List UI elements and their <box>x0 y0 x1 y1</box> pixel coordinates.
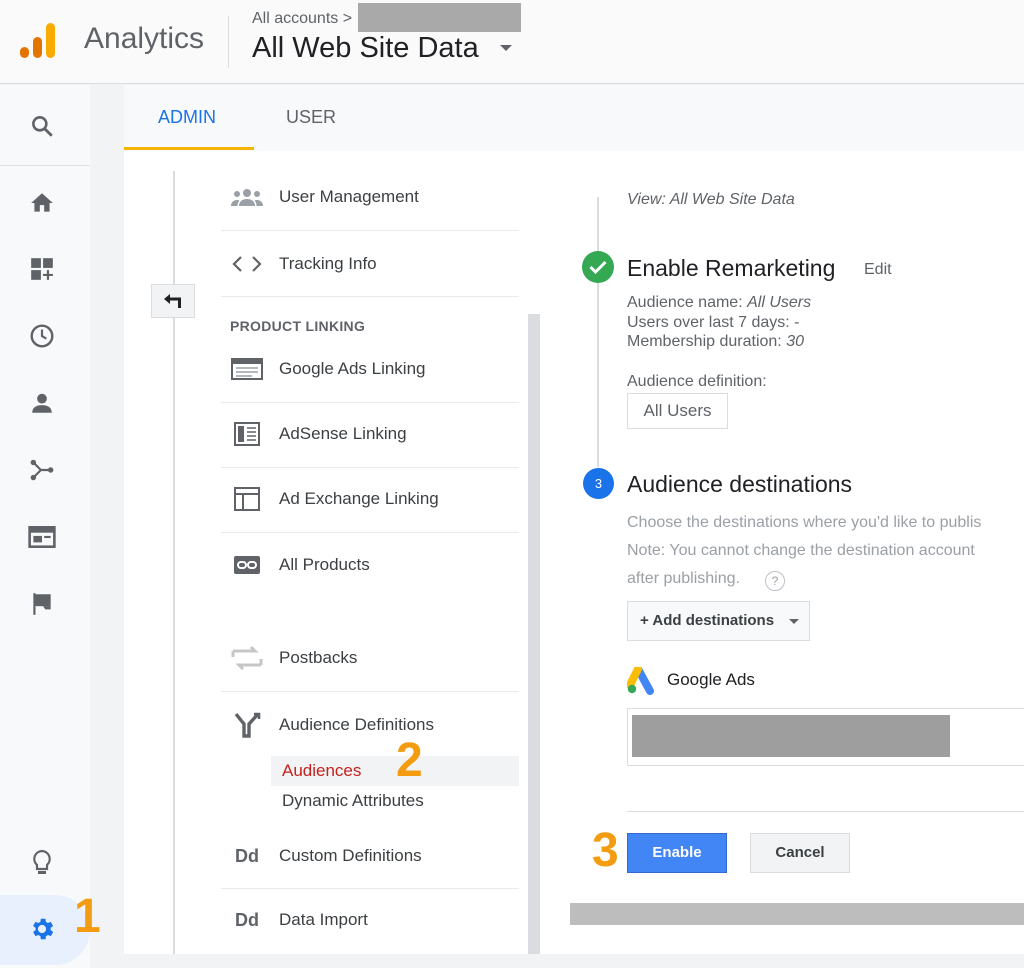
menu-item-custom-definitions[interactable]: Dd Custom Definitions <box>221 823 519 889</box>
audience-definitions-icon <box>231 712 263 738</box>
menu-item-google-ads-linking[interactable]: Google Ads Linking <box>221 336 519 402</box>
acquisition-icon[interactable] <box>28 456 56 484</box>
redacted-account <box>632 715 950 757</box>
step-title-audience-destinations: Audience destinations <box>627 471 853 497</box>
membership-label: Membership duration: <box>627 333 782 350</box>
audience-name-value: All Users <box>747 294 812 311</box>
add-destinations-button[interactable]: + Add destinations <box>627 601 810 641</box>
left-navigation: 1 <box>0 85 101 968</box>
menu-item-postbacks[interactable]: Postbacks <box>221 625 519 691</box>
customization-icon[interactable] <box>28 255 56 283</box>
ads-linking-icon <box>231 357 263 381</box>
dd-icon: Dd <box>235 909 259 930</box>
view-line: View: All Web Site Data <box>627 191 795 208</box>
audience-definition-label: Audience definition: <box>627 373 767 390</box>
cancel-button[interactable]: Cancel <box>750 833 850 873</box>
admin-gear-icon[interactable] <box>28 915 56 943</box>
discover-lightbulb-icon[interactable] <box>28 849 56 877</box>
redacted-account-name <box>358 3 521 32</box>
users-over-7-days: Users over last 7 days: - <box>627 314 800 331</box>
check-circle-icon <box>582 251 614 283</box>
google-ads-account-field[interactable] <box>627 708 1024 766</box>
enable-button[interactable]: Enable <box>627 833 727 873</box>
destinations-note: Note: You cannot change the destination … <box>627 542 975 559</box>
search-icon[interactable] <box>28 112 56 140</box>
marker-1: 1 <box>74 890 101 943</box>
menu-label: Data Import <box>279 910 368 929</box>
help-icon[interactable]: ? <box>765 571 785 591</box>
menu-label: AdSense Linking <box>279 424 407 443</box>
chevron-down-icon <box>789 619 799 624</box>
google-ads-label: Google Ads <box>667 670 755 689</box>
menu-label: All Products <box>279 555 370 574</box>
behavior-icon[interactable] <box>28 523 56 551</box>
header-divider <box>228 16 229 68</box>
membership-value: 30 <box>786 333 804 350</box>
menu-label: User Management <box>279 187 419 206</box>
menu-item-audience-definitions[interactable]: Audience Definitions <box>221 692 519 758</box>
menu-item-user-management[interactable]: User Management <box>221 164 519 230</box>
back-arrow-icon <box>164 294 181 308</box>
menu-label: Audience Definitions <box>279 715 434 734</box>
adsense-icon <box>231 422 263 446</box>
menu-label: Tracking Info <box>279 254 377 273</box>
audience-name-line: Audience name: All Users <box>627 294 811 312</box>
step-connector <box>597 197 599 467</box>
marker-2: 2 <box>396 734 423 787</box>
audience-person-icon[interactable] <box>28 389 56 417</box>
google-ads-logo-icon <box>627 667 659 695</box>
step-number-badge: 3 <box>583 468 614 499</box>
app-title: Analytics <box>84 22 205 55</box>
audience-name-label: Audience name: <box>627 294 743 311</box>
back-button[interactable] <box>151 284 195 318</box>
audience-definition-chip[interactable]: All Users <box>627 393 728 429</box>
marker-3: 3 <box>592 824 619 877</box>
menu-item-ad-exchange-linking[interactable]: Ad Exchange Linking <box>221 466 519 532</box>
destinations-note-cont: after publishing. <box>627 570 740 587</box>
menu-label: Postbacks <box>279 648 358 667</box>
nav-divider <box>0 165 90 166</box>
menu-label: Ad Exchange Linking <box>279 489 439 508</box>
analytics-logo-icon[interactable] <box>18 20 58 60</box>
menu-label: Google Ads Linking <box>279 359 426 378</box>
view-selector[interactable]: All Web Site Data <box>252 32 479 65</box>
tab-user[interactable]: USER <box>286 107 336 128</box>
horizontal-scrollbar[interactable] <box>570 903 1024 925</box>
sub-item-audiences[interactable]: Audiences <box>271 756 519 786</box>
section-title-product-linking: PRODUCT LINKING <box>230 318 366 334</box>
conversions-flag-icon[interactable] <box>28 590 56 618</box>
membership-duration-line: Membership duration: 30 <box>627 333 804 351</box>
sub-item-dynamic-attributes[interactable]: Dynamic Attributes <box>271 786 519 816</box>
menu-item-all-products[interactable]: All Products <box>221 532 519 598</box>
link-icon <box>231 553 263 577</box>
menu-item-tracking-info[interactable]: Tracking Info <box>221 231 519 297</box>
edit-link[interactable]: Edit <box>864 261 892 279</box>
menu-label: Custom Definitions <box>279 846 422 865</box>
admin-content: User Management Tracking Info PRODUCT LI… <box>124 151 1024 954</box>
tab-admin[interactable]: ADMIN <box>158 107 216 128</box>
admin-tabs: ADMIN USER <box>124 85 1024 151</box>
menu-scrollbar[interactable] <box>528 314 540 954</box>
ad-exchange-icon <box>231 487 263 511</box>
menu-item-data-import[interactable]: Dd Data Import <box>221 887 519 953</box>
users-icon <box>231 185 263 209</box>
breadcrumb[interactable]: All accounts > <box>252 10 352 28</box>
step-title-enable-remarketing: Enable Remarketing <box>627 255 836 281</box>
dd-icon: Dd <box>235 845 259 866</box>
realtime-clock-icon[interactable] <box>28 322 56 350</box>
destinations-description: Choose the destinations where you'd like… <box>627 514 982 531</box>
top-header: Analytics All accounts > All Web Site Da… <box>0 0 1024 84</box>
menu-item-adsense-linking[interactable]: AdSense Linking <box>221 401 519 467</box>
chevron-down-icon[interactable] <box>500 45 512 51</box>
active-tab-indicator <box>124 147 254 150</box>
code-icon <box>231 252 263 276</box>
menu-divider <box>221 296 519 297</box>
add-destinations-label: + Add destinations <box>640 612 775 629</box>
postbacks-icon <box>231 645 263 671</box>
footer-divider <box>627 811 1024 812</box>
home-icon[interactable] <box>28 189 56 217</box>
